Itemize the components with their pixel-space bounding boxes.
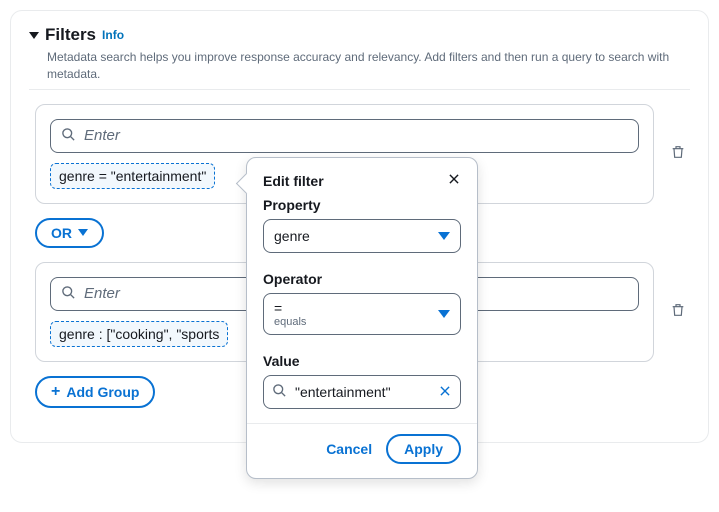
search-icon xyxy=(61,285,76,303)
operator-select[interactable]: = equals xyxy=(263,293,461,335)
property-label: Property xyxy=(263,197,461,213)
trash-icon xyxy=(670,143,686,161)
cancel-button[interactable]: Cancel xyxy=(326,441,372,457)
trash-icon xyxy=(670,301,686,319)
divider xyxy=(29,89,690,90)
property-value: genre xyxy=(274,228,310,244)
connector-label: OR xyxy=(51,225,72,241)
apply-button[interactable]: Apply xyxy=(386,434,461,464)
close-button[interactable] xyxy=(447,172,461,189)
filters-header: Filters Info xyxy=(29,25,690,45)
operator-label: Operator xyxy=(263,271,461,287)
search-icon xyxy=(61,127,76,145)
filters-description: Metadata search helps you improve respon… xyxy=(47,49,690,83)
close-icon xyxy=(447,172,461,186)
clear-value-button[interactable] xyxy=(438,384,452,401)
chevron-down-icon xyxy=(78,229,88,236)
filter-chip[interactable]: genre : ["cooking", "sports xyxy=(50,321,228,347)
filter-search-input[interactable]: Enter xyxy=(50,119,639,153)
plus-icon: + xyxy=(51,383,60,401)
value-input[interactable]: "entertainment" xyxy=(263,375,461,409)
popover-footer: Cancel Apply xyxy=(247,423,477,478)
add-group-button[interactable]: + Add Group xyxy=(35,376,155,408)
filters-title: Filters xyxy=(45,25,96,45)
operator-value: = xyxy=(274,300,306,316)
search-placeholder: Enter xyxy=(84,127,120,144)
chevron-down-icon xyxy=(438,310,450,318)
add-group-label: Add Group xyxy=(66,384,139,400)
delete-group-button[interactable] xyxy=(666,139,690,168)
search-icon xyxy=(272,383,287,401)
edit-filter-popover: Edit filter Property genre Operator = eq… xyxy=(246,157,478,479)
value-text: "entertainment" xyxy=(295,384,430,400)
filter-chip[interactable]: genre = "entertainment" xyxy=(50,163,215,189)
chevron-down-icon xyxy=(438,232,450,240)
value-label: Value xyxy=(263,353,461,369)
close-icon xyxy=(438,384,452,398)
search-placeholder: Enter xyxy=(84,285,120,302)
collapse-caret-icon[interactable] xyxy=(29,32,39,39)
property-select[interactable]: genre xyxy=(263,219,461,253)
popover-title: Edit filter xyxy=(263,173,324,189)
operator-sublabel: equals xyxy=(274,316,306,328)
delete-group-button[interactable] xyxy=(666,297,690,326)
info-link[interactable]: Info xyxy=(102,28,124,42)
group-connector-dropdown[interactable]: OR xyxy=(35,218,104,248)
